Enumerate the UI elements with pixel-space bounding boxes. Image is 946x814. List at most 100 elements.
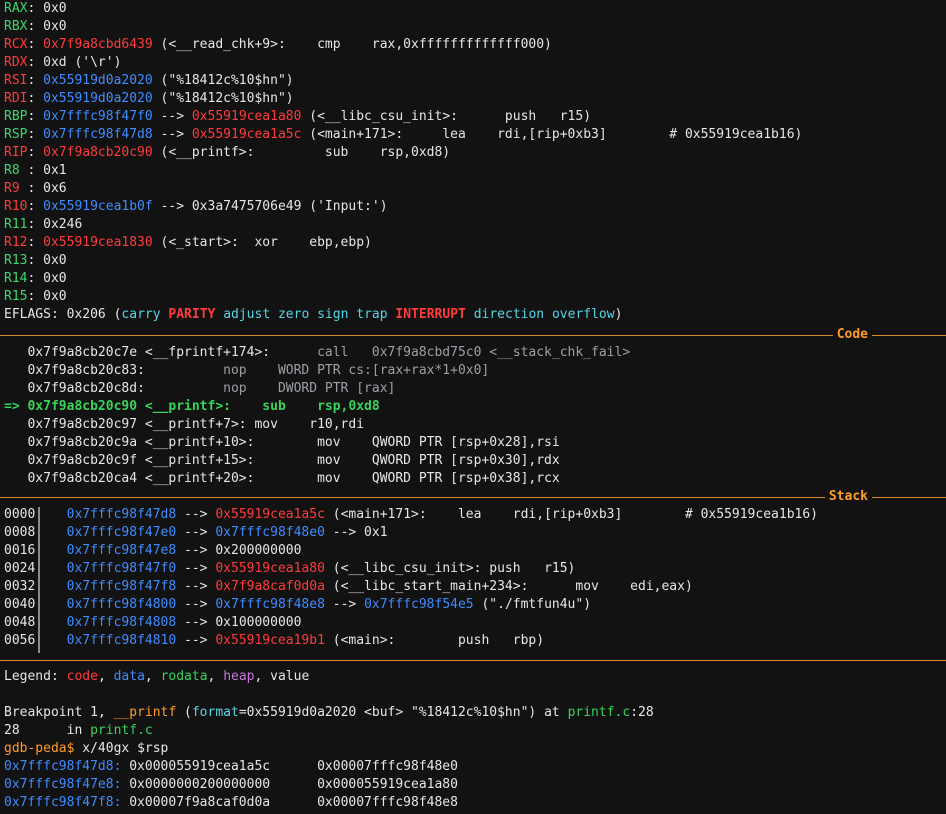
pointer-arrow: --> bbox=[176, 597, 216, 612]
breakpoint-function: __printf bbox=[113, 705, 177, 720]
gutter-space bbox=[35, 597, 66, 612]
eflags-value: 0x206 bbox=[66, 307, 106, 322]
colon: : bbox=[27, 181, 44, 196]
register-address: 0x55919d0a2020 bbox=[43, 91, 153, 106]
code-address: 0x7f9a8cb20ca4 bbox=[27, 471, 138, 486]
eflag-zero: zero bbox=[277, 307, 310, 322]
register-value: 0x0 bbox=[43, 271, 67, 286]
stack-address: 0x7fffc98f47f0 bbox=[66, 561, 177, 576]
stack-annotation: (<__libc_start_main+234>: mov edi,eax) bbox=[324, 579, 693, 594]
stack-annotation: 0x200000000 bbox=[215, 543, 302, 558]
register-row: RBX: 0x0 bbox=[4, 18, 67, 36]
register-annotation: (<__printf>: sub rsp,0xd8) bbox=[152, 145, 451, 160]
stack-annotation: 0x100000000 bbox=[215, 615, 302, 630]
code-address: 0x7f9a8cb20c90 bbox=[27, 399, 138, 414]
register-row: R8 : 0x1 bbox=[4, 162, 67, 180]
gutter-space bbox=[35, 525, 66, 540]
eflag-interrupt: INTERRUPT bbox=[395, 307, 466, 322]
register-name: RSP bbox=[4, 127, 28, 142]
register-target-address: 0x55919cea1a5c bbox=[191, 127, 302, 142]
colon: : bbox=[50, 307, 67, 322]
pointer-arrow: --> bbox=[176, 543, 216, 558]
colon: : bbox=[27, 235, 44, 250]
register-value: 0x0 bbox=[43, 19, 67, 34]
register-row: R10: 0x55919cea1b0f --> 0x3a7475706e49 (… bbox=[4, 198, 388, 216]
register-value: 0x6 bbox=[43, 181, 67, 196]
stack-address: 0x7fffc98f47e0 bbox=[66, 525, 177, 540]
stack-row: 0032 0x7fffc98f47f8 --> 0x7f9a8caf0d0a (… bbox=[4, 578, 693, 596]
legend-value: value bbox=[270, 669, 310, 684]
stack-address: 0x7fffc98f4808 bbox=[66, 615, 177, 630]
eflags-label: EFLAGS bbox=[4, 307, 51, 322]
command-line[interactable]: gdb-peda$ x/40gx $rsp bbox=[4, 740, 168, 758]
register-name: RBP bbox=[4, 109, 28, 124]
register-row: RDX: 0xd ('\r') bbox=[4, 54, 121, 72]
register-name: RIP bbox=[4, 145, 28, 160]
code-prefix bbox=[4, 435, 27, 450]
stack-target: 0x55919cea1a5c bbox=[215, 507, 325, 522]
register-annotation: (<__read_chk+9>: cmp rax,0xfffffffffffff… bbox=[152, 37, 552, 52]
code-prefix bbox=[4, 381, 27, 396]
code-prefix bbox=[4, 417, 27, 432]
code-symbol: <__printf+7>: bbox=[137, 417, 247, 432]
register-name: RAX bbox=[4, 1, 28, 16]
stack-target: 0x55919cea19b1 bbox=[215, 633, 325, 648]
stack-section-label: Stack bbox=[824, 488, 872, 506]
dump-value-1: 0x00007f9a8caf0d0a bbox=[121, 795, 271, 810]
stack-target-2: 0x7fffc98f54e5 bbox=[364, 597, 474, 612]
register-address: 0x7f9a8cbd6439 bbox=[43, 37, 153, 52]
eflag-parity: PARITY bbox=[168, 307, 216, 322]
code-line: 0x7f9a8cb20c9a <__printf+10>: mov QWORD … bbox=[4, 434, 559, 452]
register-row: RCX: 0x7f9a8cbd6439 (<__read_chk+9>: cmp… bbox=[4, 36, 552, 54]
dump-value-2: 0x00007fffc98f48e0 bbox=[270, 759, 458, 774]
eflag-trap: trap bbox=[356, 307, 388, 322]
register-value: 0x246 bbox=[43, 217, 83, 232]
code-symbol: <__printf+15>: bbox=[137, 453, 255, 468]
register-annotation: 0x3a7475706e49 ('Input:') bbox=[191, 199, 388, 214]
code-instruction: nop DWORD PTR [rax] bbox=[144, 381, 396, 396]
register-address: 0x7fffc98f47d8 bbox=[43, 127, 153, 142]
register-row: RBP: 0x7fffc98f47f0 --> 0x55919cea1a80 (… bbox=[4, 108, 591, 126]
code-address: 0x7f9a8cb20c8d bbox=[27, 381, 138, 396]
legend-rodata: rodata bbox=[160, 669, 208, 684]
code-line: 0x7f9a8cb20ca4 <__printf+20>: mov QWORD … bbox=[4, 470, 559, 488]
breakpoint-line: Breakpoint 1, __printf (format=0x55919d0… bbox=[4, 704, 654, 722]
paren: ( bbox=[105, 307, 122, 322]
source-file: printf.c bbox=[90, 723, 153, 738]
dump-value-2: 0x00007fffc98f48e8 bbox=[270, 795, 458, 810]
pointer-arrow: --> bbox=[176, 561, 216, 576]
stack-target: 0x7fffc98f48e0 bbox=[215, 525, 325, 540]
gutter-space bbox=[35, 543, 66, 558]
register-row: RSP: 0x7fffc98f47d8 --> 0x55919cea1a5c (… bbox=[4, 126, 802, 144]
memory-dump-row: 0x7fffc98f47e8: 0x0000000200000000 0x000… bbox=[4, 776, 458, 794]
pointer-arrow: --> bbox=[176, 615, 216, 630]
register-name: R10 bbox=[4, 199, 28, 214]
gutter-space bbox=[35, 633, 66, 648]
code-instruction: mov r10,rdi bbox=[246, 417, 365, 432]
code-symbol: : bbox=[137, 381, 145, 396]
stack-annotation: --> 0x1 bbox=[324, 525, 388, 540]
breakpoint-args: =0x55919d0a2020 <buf> "%18412c%10$hn") a… bbox=[238, 705, 568, 720]
register-value: 0x0 bbox=[43, 1, 67, 16]
stack-address: 0x7fffc98f4800 bbox=[66, 597, 177, 612]
eflag-overflow: overflow bbox=[551, 307, 615, 322]
terminal-window[interactable]: RAX: 0x0 RBX: 0x0 RCX: 0x7f9a8cbd6439 (<__… bbox=[0, 0, 946, 814]
colon: : bbox=[27, 1, 44, 16]
stack-offset: 0016 bbox=[4, 543, 36, 558]
comma: , bbox=[254, 669, 271, 684]
register-annotation: (<_start>: xor ebp,ebp) bbox=[152, 235, 372, 250]
stack-annotation: (<main>: push rbp) bbox=[324, 633, 545, 648]
pointer-arrow: --> bbox=[324, 597, 365, 612]
stack-offset: 0008 bbox=[4, 525, 36, 540]
code-line: 0x7f9a8cb20c7e <__fprintf+174>: call 0x7… bbox=[4, 344, 630, 362]
colon: : bbox=[27, 127, 44, 142]
code-symbol: <__printf+10>: bbox=[137, 435, 255, 450]
code-address: 0x7f9a8cb20c9a bbox=[27, 435, 138, 450]
stack-annotation: (<__libc_csu_init>: push r15) bbox=[324, 561, 576, 576]
stack-row: 0048 0x7fffc98f4808 --> 0x100000000 bbox=[4, 614, 301, 632]
eflag-carry: carry bbox=[121, 307, 161, 322]
colon: : bbox=[27, 19, 44, 34]
